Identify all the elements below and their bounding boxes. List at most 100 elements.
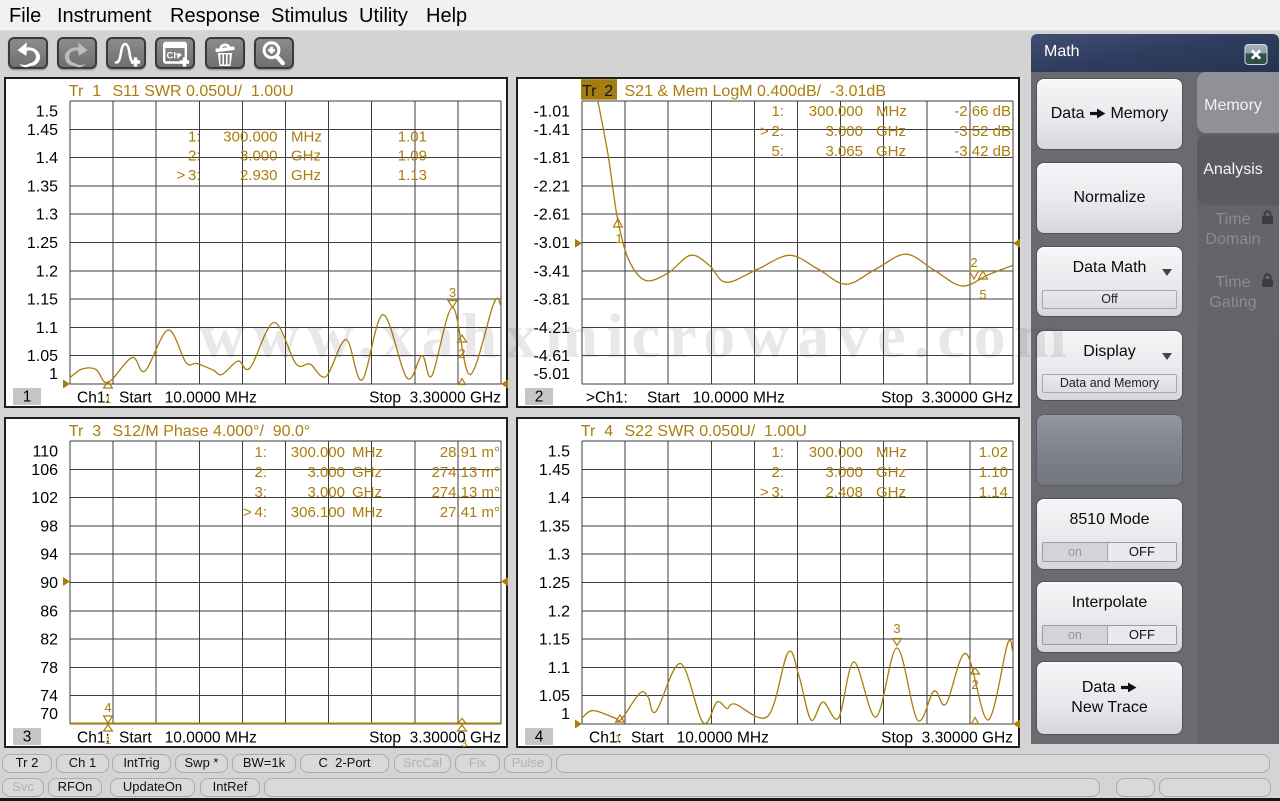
svg-text:Start 10.0000 MHz: Start 10.0000 MHz xyxy=(647,390,785,407)
svg-text:-2.66 dB: -2.66 dB xyxy=(954,103,1011,120)
svg-text:Start 10.0000 MHz: Start 10.0000 MHz xyxy=(119,390,257,407)
svg-text:S21 & Mem LogM 0.400dB/ -3.01: S21 & Mem LogM 0.400dB/ -3.01dB xyxy=(625,83,886,100)
svg-text:GHz: GHz xyxy=(291,167,321,184)
svg-text:1: 1 xyxy=(23,389,32,406)
svg-text:4:: 4: xyxy=(254,504,267,521)
svg-text:2: 2 xyxy=(604,83,613,100)
svg-text:1.05: 1.05 xyxy=(27,348,58,365)
svg-text:300.000: 300.000 xyxy=(809,444,863,461)
svg-text:1.10: 1.10 xyxy=(979,464,1008,481)
svg-text:S22 SWR 0.050U/ 1.00U: S22 SWR 0.050U/ 1.00U xyxy=(625,423,807,440)
svg-text:-3.01: -3.01 xyxy=(534,235,571,252)
svg-text:1:: 1: xyxy=(188,129,201,146)
svg-text:>Ch1:: >Ch1: xyxy=(586,390,628,407)
svg-text:1:: 1: xyxy=(254,444,267,461)
svg-text:-2.61: -2.61 xyxy=(534,207,571,224)
svg-text:3.000: 3.000 xyxy=(825,123,863,140)
svg-text:70: 70 xyxy=(40,706,58,723)
svg-text:1.1: 1.1 xyxy=(548,660,570,677)
svg-text:3: 3 xyxy=(92,423,101,440)
svg-text:Stop 3.30000 GHz: Stop 3.30000 GHz xyxy=(369,390,501,407)
svg-text:2:: 2: xyxy=(188,148,201,165)
svg-text:1.2: 1.2 xyxy=(548,603,570,620)
svg-text:306.100: 306.100 xyxy=(291,504,345,521)
svg-text:102: 102 xyxy=(31,490,58,507)
svg-text:MHz: MHz xyxy=(876,103,907,120)
svg-text:1.35: 1.35 xyxy=(27,178,58,195)
svg-text:106: 106 xyxy=(31,462,58,479)
svg-text:1.4: 1.4 xyxy=(36,150,58,167)
svg-text:Stop 3.30000 GHz: Stop 3.30000 GHz xyxy=(881,730,1013,747)
svg-text:-3.41: -3.41 xyxy=(534,263,571,280)
svg-text:82: 82 xyxy=(40,632,58,649)
svg-text:3: 3 xyxy=(893,621,900,636)
svg-text:300.000: 300.000 xyxy=(223,129,277,146)
svg-text:Tr: Tr xyxy=(69,423,84,440)
svg-text:-3.42 dB: -3.42 dB xyxy=(954,143,1011,160)
svg-text:Tr: Tr xyxy=(582,83,597,100)
svg-text:28.91 m°: 28.91 m° xyxy=(440,444,500,461)
svg-text:2: 2 xyxy=(970,255,977,270)
svg-text:1.45: 1.45 xyxy=(27,122,58,139)
svg-text:1.09: 1.09 xyxy=(398,148,427,165)
svg-text:3: 3 xyxy=(23,729,32,746)
svg-text:Tr: Tr xyxy=(581,423,596,440)
svg-text:90: 90 xyxy=(40,575,58,592)
svg-text:Stop 3.30000 GHz: Stop 3.30000 GHz xyxy=(881,390,1013,407)
svg-text:78: 78 xyxy=(40,660,58,677)
svg-text:110: 110 xyxy=(32,444,58,461)
svg-text:1: 1 xyxy=(615,231,622,246)
svg-text:Start 10.0000 MHz: Start 10.0000 MHz xyxy=(631,730,769,747)
svg-text:3.065: 3.065 xyxy=(825,143,863,160)
svg-text:1.15: 1.15 xyxy=(27,292,58,309)
svg-text:1.05: 1.05 xyxy=(539,688,570,705)
svg-text:2:: 2: xyxy=(254,464,267,481)
svg-text:3.000: 3.000 xyxy=(307,464,345,481)
svg-text:GHz: GHz xyxy=(291,148,321,165)
svg-text:1: 1 xyxy=(561,706,570,723)
svg-text:1.13: 1.13 xyxy=(398,167,427,184)
svg-text:3: 3 xyxy=(449,285,456,300)
svg-text:2: 2 xyxy=(971,677,978,692)
svg-text:3.000: 3.000 xyxy=(825,464,863,481)
svg-text:1:: 1: xyxy=(771,103,784,120)
svg-text:-2.21: -2.21 xyxy=(534,178,571,195)
svg-text:1.25: 1.25 xyxy=(539,575,570,592)
svg-text:1.2: 1.2 xyxy=(36,263,58,280)
svg-text:Ch1:: Ch1: xyxy=(589,730,622,747)
svg-text:-1.41: -1.41 xyxy=(534,122,571,139)
svg-text:3:: 3: xyxy=(254,484,267,501)
svg-text:74: 74 xyxy=(40,688,58,705)
svg-text:2:: 2: xyxy=(771,123,784,140)
svg-text:4: 4 xyxy=(604,423,613,440)
svg-text:1.5: 1.5 xyxy=(36,104,58,121)
svg-text:300.000: 300.000 xyxy=(809,103,863,120)
svg-text:86: 86 xyxy=(40,603,58,620)
svg-text:94: 94 xyxy=(40,547,58,564)
svg-text:2.408: 2.408 xyxy=(825,484,863,501)
svg-text:1.5: 1.5 xyxy=(548,444,570,461)
svg-text:3.000: 3.000 xyxy=(240,148,278,165)
svg-text:>: > xyxy=(177,167,186,184)
svg-text:GHz: GHz xyxy=(876,143,906,160)
svg-text:GHz: GHz xyxy=(876,484,906,501)
svg-text:S11 SWR 0.050U/ 1.00U: S11 SWR 0.050U/ 1.00U xyxy=(113,83,294,100)
svg-text:MHz: MHz xyxy=(876,444,907,461)
svg-text:98: 98 xyxy=(40,518,58,535)
svg-text:1.01: 1.01 xyxy=(398,129,427,146)
svg-text:GHz: GHz xyxy=(352,484,382,501)
svg-text:Ch: Ch xyxy=(167,51,180,62)
svg-text:4: 4 xyxy=(535,729,544,746)
svg-text:300.000: 300.000 xyxy=(291,444,345,461)
svg-text:2:: 2: xyxy=(771,464,784,481)
svg-text:1.02: 1.02 xyxy=(979,444,1008,461)
svg-text:1.1: 1.1 xyxy=(36,320,58,337)
svg-text:274.13 m°: 274.13 m° xyxy=(431,464,500,481)
svg-text:2: 2 xyxy=(535,389,544,406)
svg-text:GHz: GHz xyxy=(352,464,382,481)
svg-text:>: > xyxy=(760,123,769,140)
svg-text:1: 1 xyxy=(92,83,101,100)
svg-text:Stop 3.30000 GHz: Stop 3.30000 GHz xyxy=(369,730,501,747)
svg-text:3.000: 3.000 xyxy=(307,484,345,501)
svg-text:1: 1 xyxy=(49,366,58,383)
